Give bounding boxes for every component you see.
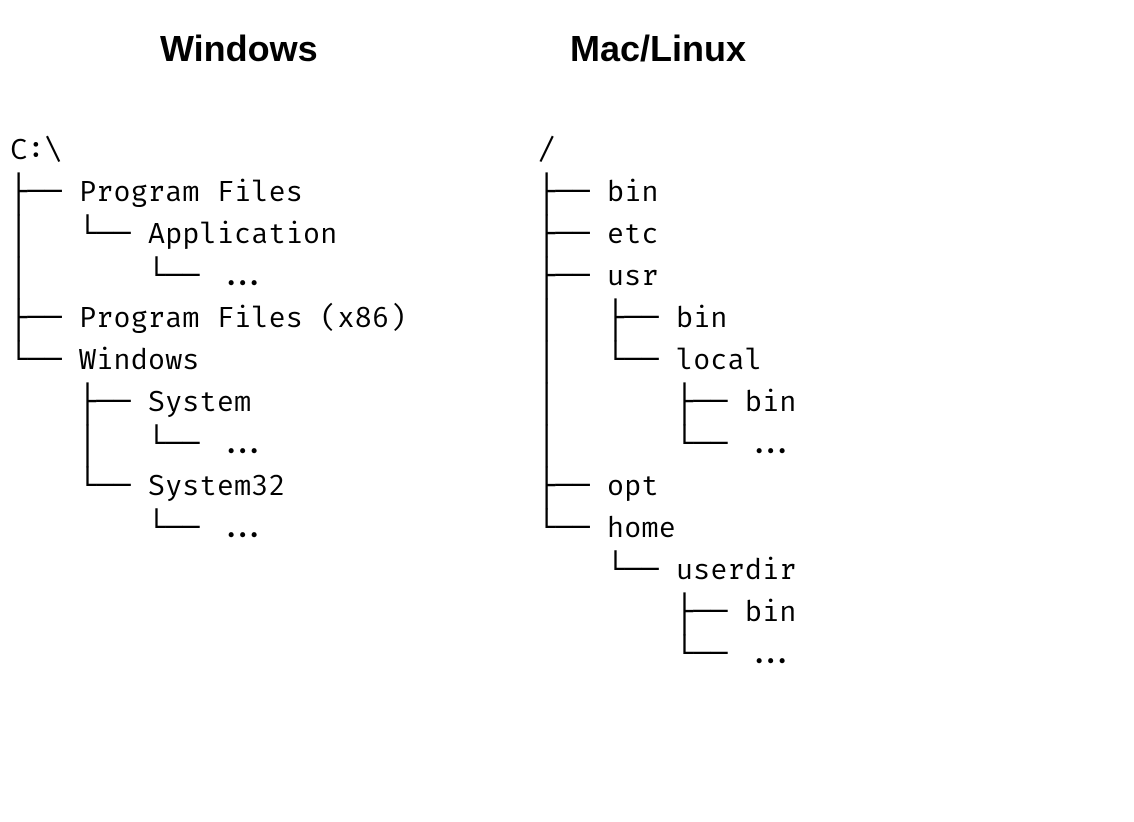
- tree-line: │ └── ...: [538, 427, 796, 462]
- heading-unix: Mac/Linux: [570, 28, 746, 70]
- tree-line: └── System32: [10, 469, 286, 504]
- heading-windows: Windows: [160, 28, 318, 70]
- tree-windows: C:\ ├── Program Files │ └── Application …: [10, 130, 406, 550]
- tree-line: │ └── local: [538, 343, 762, 378]
- tree-line: │ └── ...: [10, 259, 268, 294]
- tree-line: └── ...: [538, 637, 796, 672]
- tree-line: ├── etc: [538, 217, 659, 252]
- tree-line: └── Windows: [10, 343, 200, 378]
- tree-line: ├── usr: [538, 259, 659, 294]
- tree-line: └── home: [538, 511, 676, 546]
- tree-line: ├── opt: [538, 469, 659, 504]
- tree-line: ├── Program Files (x86): [10, 301, 406, 336]
- tree-unix: / ├── bin ├── etc ├── usr │ ├── bin │ └─…: [538, 130, 796, 676]
- tree-line: ├── bin: [538, 595, 796, 630]
- tree-line: ├── bin: [538, 175, 659, 210]
- tree-line: ├── System: [10, 385, 251, 420]
- tree-line: /: [538, 133, 555, 168]
- tree-line: │ └── ...: [10, 427, 268, 462]
- tree-line: ├── Program Files: [10, 175, 303, 210]
- tree-line: └── userdir: [538, 553, 796, 588]
- tree-line: C:\: [10, 133, 62, 168]
- tree-line: └── ...: [10, 511, 268, 546]
- tree-line: │ ├── bin: [538, 301, 728, 336]
- tree-line: │ └── Application: [10, 217, 337, 252]
- tree-line: │ ├── bin: [538, 385, 796, 420]
